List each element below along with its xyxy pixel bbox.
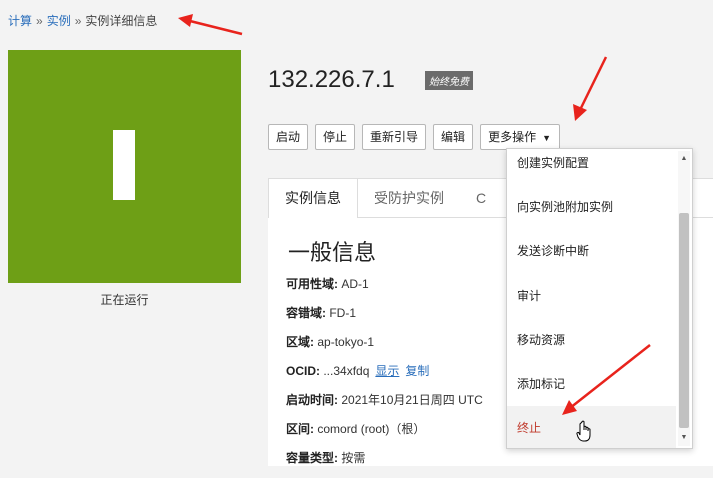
info-row-region: 区域: ap-tokyo-1	[286, 333, 483, 362]
scrollbar-thumb[interactable]	[679, 213, 689, 428]
action-toolbar: 启动 停止 重新引导 编辑 更多操作 ▼	[268, 124, 560, 150]
breadcrumb-separator: »	[36, 14, 43, 28]
instance-status-text: 正在运行	[100, 293, 149, 307]
general-info-list: 可用性域: AD-1 容错域: FD-1 区域: ap-tokyo-1 OCID…	[286, 275, 483, 478]
info-value: comord (root)（根）	[317, 422, 426, 436]
instance-status-tile	[8, 50, 241, 283]
stop-button[interactable]: 停止	[315, 124, 356, 150]
caret-down-icon: ▼	[542, 133, 551, 143]
ocid-copy-link[interactable]: 复制	[405, 364, 429, 378]
instance-icon	[113, 130, 135, 200]
info-value: AD-1	[341, 277, 369, 291]
breadcrumb-instances[interactable]: 实例	[47, 14, 71, 28]
info-label: 可用性域:	[286, 277, 338, 291]
info-row-ocid: OCID: ...34xfdq 显示 复制	[286, 362, 483, 391]
info-row-launch-time: 启动时间: 2021年10月21日周四 UTC	[286, 391, 483, 420]
start-button[interactable]: 启动	[268, 124, 309, 150]
info-value: ...34xfdq	[323, 364, 370, 378]
info-row-availability-domain: 可用性域: AD-1	[286, 275, 483, 304]
info-value: 按需	[341, 451, 366, 465]
info-label: 区域:	[286, 335, 314, 349]
info-row-compartment: 区间: comord (root)（根）	[286, 420, 483, 449]
more-actions-label: 更多操作	[488, 130, 537, 144]
info-value: FD-1	[329, 306, 357, 320]
tab-more[interactable]: C	[460, 179, 502, 217]
menu-item-attach-to-pool[interactable]: 向实例池附加实例	[507, 185, 676, 229]
info-label: 启动时间:	[286, 393, 338, 407]
annotation-arrow-breadcrumb	[178, 14, 243, 36]
menu-scrollbar[interactable]: ▲ ▼	[678, 151, 690, 446]
ocid-show-link[interactable]: 显示	[375, 364, 399, 378]
more-actions-menu: 创建实例配置 向实例池附加实例 发送诊断中断 审计 移动资源 添加标记 终止 ▲…	[506, 148, 693, 449]
info-label: 容错域:	[286, 306, 326, 320]
more-actions-button[interactable]: 更多操作 ▼	[480, 124, 560, 150]
menu-item-send-diagnostic-interrupt[interactable]: 发送诊断中断	[507, 229, 676, 273]
info-value: ap-tokyo-1	[317, 335, 375, 349]
breadcrumb-current: 实例详细信息	[85, 14, 158, 28]
info-row-fault-domain: 容错域: FD-1	[286, 304, 483, 333]
tab-protected-instance[interactable]: 受防护实例	[358, 179, 460, 217]
scroll-up-icon[interactable]: ▲	[678, 153, 690, 165]
section-title: 一般信息	[288, 240, 377, 265]
info-label: OCID:	[286, 364, 320, 378]
menu-item-add-tags[interactable]: 添加标记	[507, 362, 676, 406]
info-label: 容量类型:	[286, 451, 338, 465]
info-label: 区间:	[286, 422, 314, 436]
hand-cursor-icon	[576, 420, 591, 442]
info-row-capacity-type: 容量类型: 按需	[286, 449, 483, 478]
annotation-arrow-more-actions	[573, 56, 608, 121]
page-title: 132.226.7.1	[268, 66, 395, 93]
breadcrumb-compute[interactable]: 计算	[8, 14, 32, 28]
info-value: 2021年10月21日周四 UTC	[341, 393, 483, 407]
menu-item-create-instance-config[interactable]: 创建实例配置	[507, 149, 676, 185]
scroll-down-icon[interactable]: ▼	[678, 432, 690, 444]
edit-button[interactable]: 编辑	[433, 124, 474, 150]
breadcrumb-separator: »	[74, 14, 82, 28]
menu-item-audit[interactable]: 审计	[507, 274, 676, 318]
menu-item-move-resource[interactable]: 移动资源	[507, 318, 676, 362]
breadcrumb: 计算» 实例» 实例详细信息	[8, 12, 157, 29]
always-free-badge: 始终免费	[425, 71, 473, 90]
tab-instance-info[interactable]: 实例信息	[268, 179, 358, 218]
reboot-button[interactable]: 重新引导	[362, 124, 427, 150]
